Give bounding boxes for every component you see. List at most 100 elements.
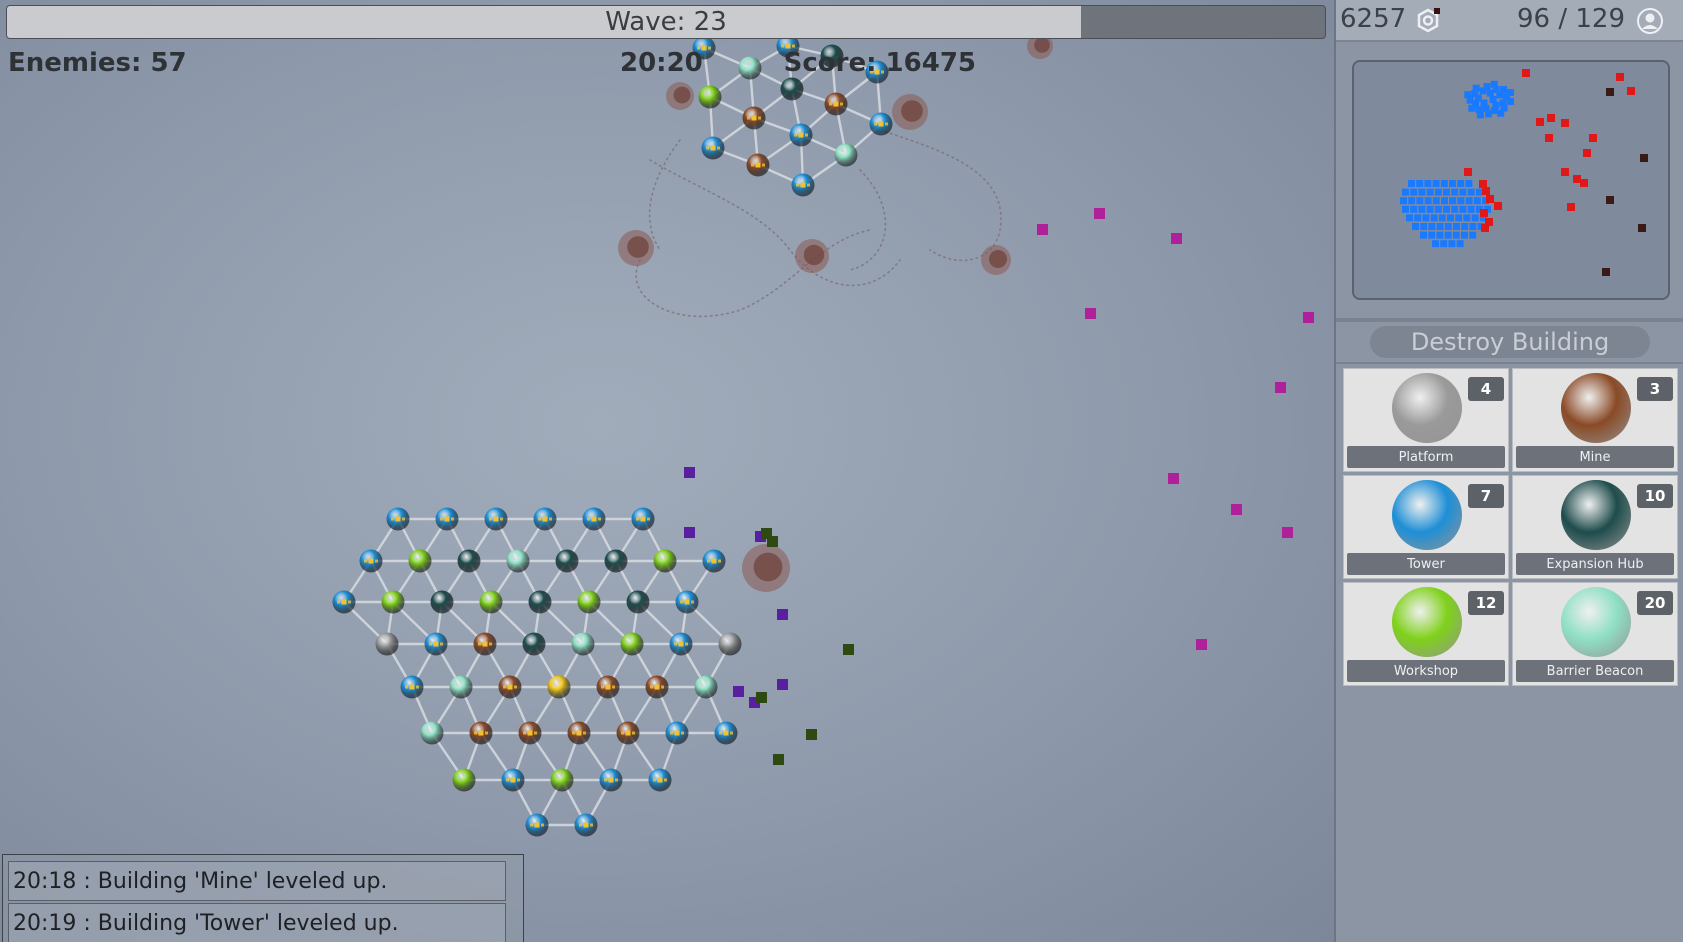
minimap-unit (1456, 240, 1464, 248)
minimap-unit (1440, 180, 1448, 187)
platform-node (375, 632, 399, 656)
enemy-unit (1231, 504, 1242, 515)
minimap-unit (1444, 231, 1452, 239)
minimap-unit (1400, 197, 1407, 205)
minimap-unit (1459, 205, 1467, 213)
minimap-unit (1447, 214, 1454, 222)
destroy-building-button[interactable]: Destroy Building (1370, 326, 1650, 358)
minimap-unit (1507, 89, 1515, 97)
minimap-structure (1640, 154, 1648, 162)
enemies-count: Enemies: 57 (8, 48, 187, 78)
building-card-tower[interactable]: 7 Tower (1343, 475, 1509, 579)
enemy-unit (1275, 382, 1286, 393)
minimap-unit (1418, 205, 1426, 213)
minimap-enemy (1573, 175, 1581, 183)
enemy-trail (648, 139, 681, 251)
game-viewport[interactable]: Wave: 23 Enemies: 57 20:20 Score: 16475 … (0, 0, 1334, 942)
enemy-unit (806, 729, 817, 740)
minimap-enemy (1561, 119, 1569, 127)
gear-coin-icon (1416, 8, 1440, 34)
workshop-node (698, 85, 722, 109)
enemy-unit (1094, 208, 1105, 219)
minimap-unit (1402, 188, 1409, 196)
minimap-unit (1416, 197, 1424, 205)
hub-node (604, 549, 628, 573)
cost-badge: 3 (1637, 377, 1673, 401)
minimap-unit (1441, 197, 1448, 205)
beacon-node (738, 56, 762, 80)
beacon-node (834, 143, 858, 167)
minimap-enemy (1561, 168, 1569, 176)
minimap-unit (1408, 197, 1416, 205)
minimap-structure (1638, 224, 1646, 232)
minimap-unit (1465, 197, 1473, 205)
minimap-unit (1475, 188, 1483, 196)
building-card-expansion-hub[interactable]: 10 Expansion Hub (1512, 475, 1678, 579)
enemy-trail (635, 229, 871, 318)
minimap-unit (1457, 197, 1465, 205)
minimap[interactable] (1352, 60, 1670, 300)
minimap-unit (1461, 231, 1468, 239)
wave-progress-bar: Wave: 23 (6, 5, 1326, 39)
enemy-unit (843, 644, 854, 655)
minimap-enemy (1545, 134, 1553, 142)
minimap-unit (1463, 214, 1471, 222)
minimap-unit (1464, 91, 1472, 99)
game-world[interactable] (0, 0, 1334, 942)
minimap-unit (1452, 231, 1460, 239)
platform-sphere-icon (1392, 373, 1462, 443)
minimap-unit (1410, 188, 1418, 196)
enemy-unit (1168, 473, 1179, 484)
cost-badge: 4 (1468, 377, 1504, 401)
minimap-unit (1469, 231, 1477, 239)
minimap-enemy (1479, 180, 1487, 188)
minimap-unit (1434, 188, 1442, 196)
minimap-enemy (1494, 202, 1502, 210)
minimap-unit (1432, 240, 1439, 248)
minimap-unit (1497, 109, 1505, 117)
minimap-unit (1449, 180, 1456, 187)
minimap-unit (1426, 205, 1434, 213)
beacon-node (694, 675, 718, 699)
minimap-enemy (1616, 73, 1624, 81)
building-card-mine[interactable]: 3 Mine (1512, 368, 1678, 472)
enemy-unit (756, 692, 767, 703)
core-node (547, 675, 571, 699)
minimap-unit (1430, 214, 1438, 222)
building-card-barrier-beacon[interactable]: 20 Barrier Beacon (1512, 582, 1678, 686)
minimap-unit (1432, 197, 1440, 205)
building-card-platform[interactable]: 4 Platform (1343, 368, 1509, 472)
building-name: Tower (1347, 553, 1505, 575)
hub-node (626, 590, 650, 614)
minimap-unit (1408, 180, 1415, 187)
minimap-enemy (1567, 203, 1575, 211)
minimap-unit (1438, 214, 1446, 222)
minimap-unit (1428, 223, 1436, 230)
workshop-node (620, 632, 644, 656)
enemy-unit (733, 686, 744, 697)
platform-node (718, 632, 742, 656)
minimap-unit (1485, 110, 1493, 118)
workshop-node (408, 549, 432, 573)
minimap-unit (1448, 240, 1456, 248)
minimap-unit (1469, 223, 1477, 230)
divider (1336, 318, 1683, 322)
enemy-unit (684, 527, 695, 538)
minimap-enemy (1464, 168, 1472, 176)
minimap-unit (1412, 223, 1419, 230)
building-card-workshop[interactable]: 12 Workshop (1343, 582, 1509, 686)
hub-node (555, 549, 579, 573)
enemy-unit (1085, 308, 1096, 319)
cost-badge: 7 (1468, 484, 1504, 508)
enemy-trail (879, 129, 1002, 262)
building-name: Mine (1516, 446, 1674, 468)
minimap-structure (1606, 196, 1614, 204)
game-timer: 20:20 (620, 48, 703, 78)
minimap-enemy (1486, 195, 1494, 203)
beacon-node (449, 675, 473, 699)
minimap-unit (1420, 223, 1428, 230)
minimap-enemy (1627, 87, 1635, 95)
minimap-unit (1472, 84, 1480, 92)
minimap-unit (1461, 223, 1469, 230)
workshop-node (577, 590, 601, 614)
